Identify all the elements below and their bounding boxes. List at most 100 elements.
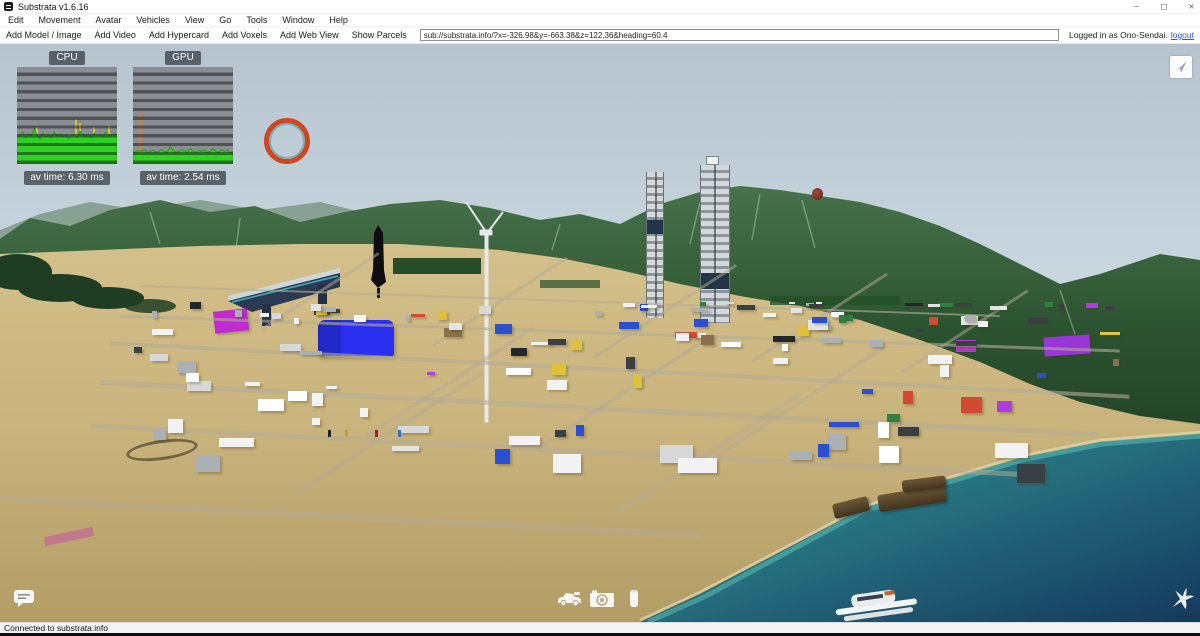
parcel-object <box>312 393 323 406</box>
parcel-object <box>1059 304 1064 311</box>
menu-item-go[interactable]: Go <box>219 15 231 25</box>
toolbar-button-add-web-view[interactable]: Add Web View <box>280 30 339 40</box>
scaffold-tower-left <box>646 172 664 318</box>
toolbar-button-add-hypercard[interactable]: Add Hypercard <box>149 30 209 40</box>
window-title: Substrata v1.6.16 <box>18 1 89 12</box>
parcel-object <box>196 455 220 472</box>
gpu-av-time: av time: 2.54 ms <box>140 171 226 185</box>
parcel-object <box>898 427 919 436</box>
parcel-object <box>956 341 977 346</box>
logout-link[interactable]: logout <box>1171 30 1194 40</box>
orange-torus <box>264 118 310 164</box>
avatar <box>375 430 378 437</box>
parcel-object <box>1086 303 1098 308</box>
avatar <box>345 430 348 437</box>
parcel-object <box>878 422 889 438</box>
parcel-object <box>326 386 337 389</box>
cursor-arrow-icon <box>1175 61 1187 73</box>
parcel-object <box>822 338 841 343</box>
menu-item-tools[interactable]: Tools <box>246 15 267 25</box>
parcel-object <box>479 306 491 314</box>
toolbar-button-add-video[interactable]: Add Video <box>95 30 136 40</box>
cursor-arrow-button[interactable] <box>1170 56 1192 78</box>
parcel-object <box>790 452 812 460</box>
parcel-object <box>571 340 582 350</box>
parcel-object <box>995 443 1028 458</box>
menu-item-view[interactable]: View <box>185 15 204 25</box>
parcel-object <box>294 318 299 324</box>
menu-item-window[interactable]: Window <box>282 15 314 25</box>
parcel-object <box>725 302 734 304</box>
parcel-object <box>152 329 173 335</box>
window-controls: – □ ✕ <box>1134 0 1194 14</box>
parcel-object <box>190 302 201 309</box>
parcel-object <box>245 382 260 386</box>
scaffold-tower-right <box>700 165 730 323</box>
parcel-object <box>1100 332 1120 335</box>
parcel-object <box>153 430 166 440</box>
parcel-object <box>511 348 527 356</box>
parcel-object <box>940 365 949 377</box>
parcel-object <box>879 446 899 463</box>
parcel-object <box>619 322 639 329</box>
parcel-object <box>219 438 254 447</box>
parcel-object <box>839 315 846 323</box>
parcel-object <box>641 305 657 308</box>
parcel-object <box>634 375 642 388</box>
parcel-object <box>1028 318 1048 324</box>
bird-icon[interactable] <box>1170 587 1194 616</box>
chat-icon[interactable] <box>13 589 37 614</box>
parcel-object <box>360 408 368 417</box>
parcel-object <box>449 323 462 330</box>
parcel-object <box>623 303 635 307</box>
phone-icon[interactable] <box>629 589 639 613</box>
login-status-text: Logged in as Ono-Sendai. <box>1069 30 1168 40</box>
menu-item-avatar[interactable]: Avatar <box>96 15 122 25</box>
parcel-object <box>701 335 714 345</box>
parcel-object <box>961 397 982 413</box>
parcel-object <box>691 308 709 312</box>
parcel-object <box>392 446 419 451</box>
gpu-panel: GPU av time: 2.54 ms <box>133 47 233 185</box>
parcel-object <box>782 344 788 351</box>
world-viewport[interactable]: CPU av time: 6.30 ms GPU av time: 2.54 m… <box>0 44 1200 622</box>
parcel-object <box>509 436 540 445</box>
parcel-object <box>495 449 510 464</box>
parcel-object <box>809 304 822 308</box>
minimize-button[interactable]: – <box>1134 0 1139 14</box>
parcel-object <box>177 361 196 373</box>
purple-structure <box>1043 334 1091 357</box>
parcel-object <box>235 310 242 317</box>
parcel-object <box>506 368 531 375</box>
cpu-av-time: av time: 6.30 ms <box>24 171 110 185</box>
parcel-object <box>320 307 336 312</box>
parcel-object <box>1113 359 1119 366</box>
menu-item-vehicles[interactable]: Vehicles <box>136 15 170 25</box>
url-input[interactable] <box>419 29 1060 41</box>
parcel-object <box>791 308 802 313</box>
avatar <box>328 430 331 437</box>
substrata-window: Substrata v1.6.16 – □ ✕ Edit Movement Avat… <box>0 0 1200 636</box>
cpu-panel: CPU av time: 6.30 ms <box>17 47 117 185</box>
maximize-button[interactable]: □ <box>1161 0 1166 14</box>
camera-icon[interactable] <box>589 590 615 613</box>
parcel-object <box>258 399 284 411</box>
vehicle-icon[interactable] <box>556 591 583 612</box>
parcel-object <box>721 342 741 347</box>
menu-item-edit[interactable]: Edit <box>8 15 24 25</box>
cpu-label: CPU <box>49 51 85 65</box>
parcel-object <box>134 347 142 353</box>
parcel-object <box>398 426 429 433</box>
close-button[interactable]: ✕ <box>1189 0 1194 14</box>
parcel-object <box>928 304 940 307</box>
toolbar-button-show-parcels[interactable]: Show Parcels <box>352 30 407 40</box>
toolbar-button-add-voxels[interactable]: Add Voxels <box>222 30 267 40</box>
parcel-object <box>437 311 447 320</box>
menu-item-help[interactable]: Help <box>329 15 348 25</box>
parcel-object <box>186 373 199 382</box>
parcel-object <box>555 430 566 437</box>
toolbar-button-add-model-image[interactable]: Add Model / Image <box>6 30 82 40</box>
menu-item-movement[interactable]: Movement <box>39 15 81 25</box>
parcel-object <box>928 355 952 364</box>
parcel-object <box>595 311 602 316</box>
